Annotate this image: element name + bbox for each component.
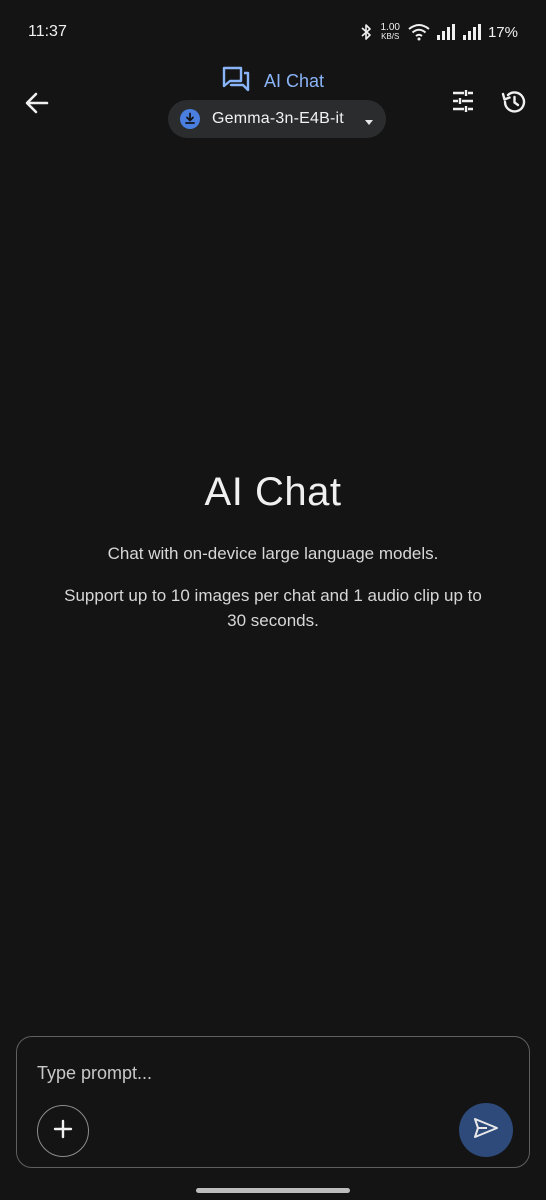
chat-bubbles-icon	[222, 66, 250, 97]
status-bar: 11:37 1.00 KB/S 17%	[0, 0, 546, 64]
signal-icon	[462, 24, 482, 40]
top-app-bar: AI Chat Gemma-3n-E4B-it	[0, 64, 546, 148]
model-settings-button[interactable]	[450, 88, 476, 114]
model-name: Gemma-3n-E4B-it	[212, 110, 344, 127]
status-icons: 1.00 KB/S 17%	[359, 23, 518, 41]
tune-sliders-icon	[450, 90, 476, 118]
network-speed-unit: KB/S	[381, 32, 400, 41]
plus-icon	[52, 1118, 74, 1145]
signal-icon	[436, 24, 456, 40]
caret-down-icon	[364, 114, 374, 125]
send-button[interactable]	[459, 1103, 513, 1157]
hero-title: AI Chat	[204, 470, 342, 514]
hero-capabilities: Support up to 10 images per chat and 1 a…	[64, 586, 482, 630]
title-text: AI Chat	[263, 71, 325, 91]
status-time: 11:37	[28, 23, 67, 40]
model-selector[interactable]: Gemma-3n-E4B-it	[168, 100, 386, 138]
prompt-input[interactable]	[37, 1057, 457, 1089]
history-icon	[500, 91, 528, 120]
add-attachment-button[interactable]	[37, 1105, 89, 1157]
wifi-icon	[408, 23, 430, 41]
prompt-composer	[16, 1036, 530, 1168]
network-speed: 1.00 KB/S	[381, 23, 400, 41]
app-screen: 11:37 1.00 KB/S 17% AI Chat Gemma-3n-E4B…	[0, 0, 546, 1200]
history-button[interactable]	[500, 88, 528, 116]
home-indicator[interactable]	[196, 1188, 350, 1193]
arrow-back-icon	[22, 92, 52, 122]
download-icon	[180, 109, 200, 129]
intro-section: AI Chat Chat with on-device large langua…	[0, 470, 546, 633]
send-icon	[473, 1117, 499, 1144]
bluetooth-icon	[359, 23, 373, 41]
battery-level: 17%	[487, 23, 518, 41]
hero-description: Chat with on-device large language model…	[107, 544, 439, 563]
